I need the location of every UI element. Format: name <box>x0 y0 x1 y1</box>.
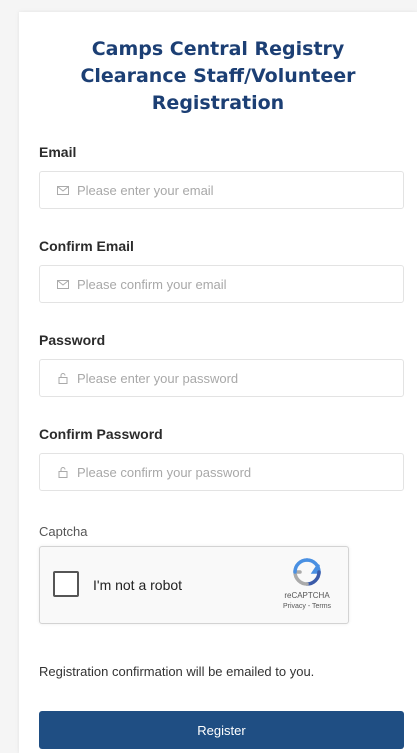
confirm-password-label: Confirm Password <box>39 426 163 442</box>
confirm-password-field[interactable] <box>39 453 404 491</box>
recaptcha-brand: reCAPTCHA <box>284 591 330 600</box>
confirm-email-label: Confirm Email <box>39 238 134 254</box>
recaptcha-widget: I'm not a robot reCAPTCHA Privacy - Term… <box>39 546 349 624</box>
recaptcha-checkbox[interactable] <box>53 571 79 597</box>
recaptcha-text: I'm not a robot <box>93 577 183 593</box>
title-line-1: Camps Central Registry <box>91 38 345 60</box>
lock-icon <box>56 372 69 385</box>
password-label: Password <box>39 332 106 348</box>
email-field[interactable] <box>39 171 404 209</box>
title-line-2: Clearance Staff/Volunteer <box>80 65 356 87</box>
register-button[interactable]: Register <box>39 711 404 749</box>
envelope-icon <box>56 278 69 291</box>
registration-card: Camps Central Registry Clearance Staff/V… <box>19 12 417 753</box>
password-field[interactable] <box>39 359 404 397</box>
password-input[interactable] <box>77 370 387 386</box>
confirmation-note: Registration confirmation will be emaile… <box>39 664 315 679</box>
confirm-email-field[interactable] <box>39 265 404 303</box>
recaptcha-privacy-links[interactable]: Privacy - Terms <box>272 603 342 610</box>
form-title: Camps Central Registry Clearance Staff/V… <box>19 36 417 117</box>
lock-icon <box>56 466 69 479</box>
email-label: Email <box>39 144 77 160</box>
email-input[interactable] <box>77 182 387 198</box>
captcha-label: Captcha <box>39 524 88 539</box>
confirm-email-input[interactable] <box>77 276 387 292</box>
envelope-icon <box>56 184 69 197</box>
title-line-3: Registration <box>151 92 285 114</box>
confirm-password-input[interactable] <box>77 464 387 480</box>
recaptcha-logo-icon <box>293 558 321 586</box>
